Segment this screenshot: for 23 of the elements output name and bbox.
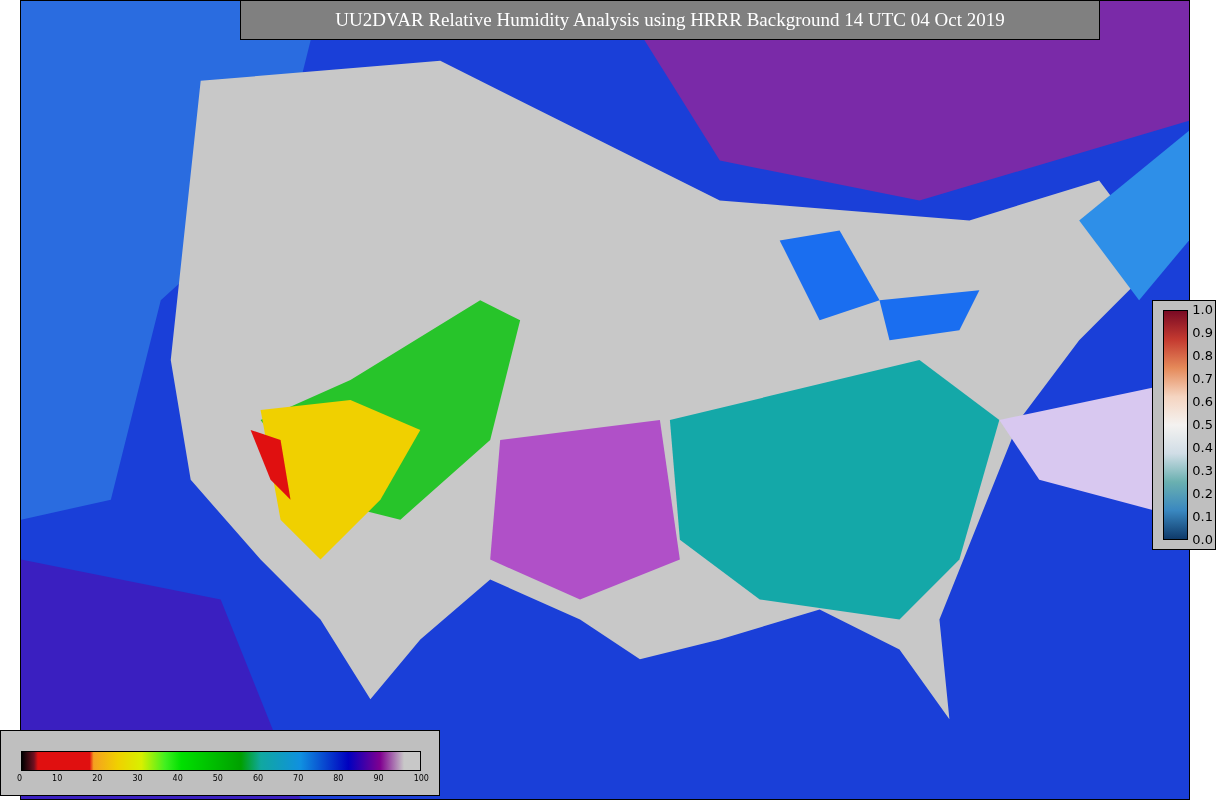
tick-label: 80 xyxy=(333,774,344,783)
tick-label: 70 xyxy=(293,774,304,783)
tick-label: 0.7 xyxy=(1192,371,1213,387)
tick-label: 100 xyxy=(413,774,429,783)
tick-label: 90 xyxy=(373,774,384,783)
tick-label: 20 xyxy=(92,774,103,783)
tick-label: 0.4 xyxy=(1192,440,1213,456)
tick-label: 0.1 xyxy=(1192,509,1213,525)
tick-label: 0.5 xyxy=(1192,417,1213,433)
tick-label: 40 xyxy=(172,774,183,783)
tick-label: 0.9 xyxy=(1192,325,1213,341)
tick-label: 60 xyxy=(252,774,264,783)
tick-label: 0 xyxy=(17,774,23,783)
tick-label: 0.0 xyxy=(1192,532,1213,548)
tick-label: 0.2 xyxy=(1192,486,1213,502)
tick-label: 0.8 xyxy=(1192,348,1213,364)
map-title: UU2DVAR Relative Humidity Analysis using HRRR Background 14 UTC 04 Oct 2019 xyxy=(240,0,1100,40)
tick-label: 30 xyxy=(132,774,143,783)
tick-label: 50 xyxy=(212,774,223,783)
tick-label: 0.6 xyxy=(1192,394,1213,410)
tick-label: 1.0 xyxy=(1192,302,1213,318)
tick-label: 10 xyxy=(52,774,63,783)
tick-label: 0.3 xyxy=(1192,463,1213,479)
